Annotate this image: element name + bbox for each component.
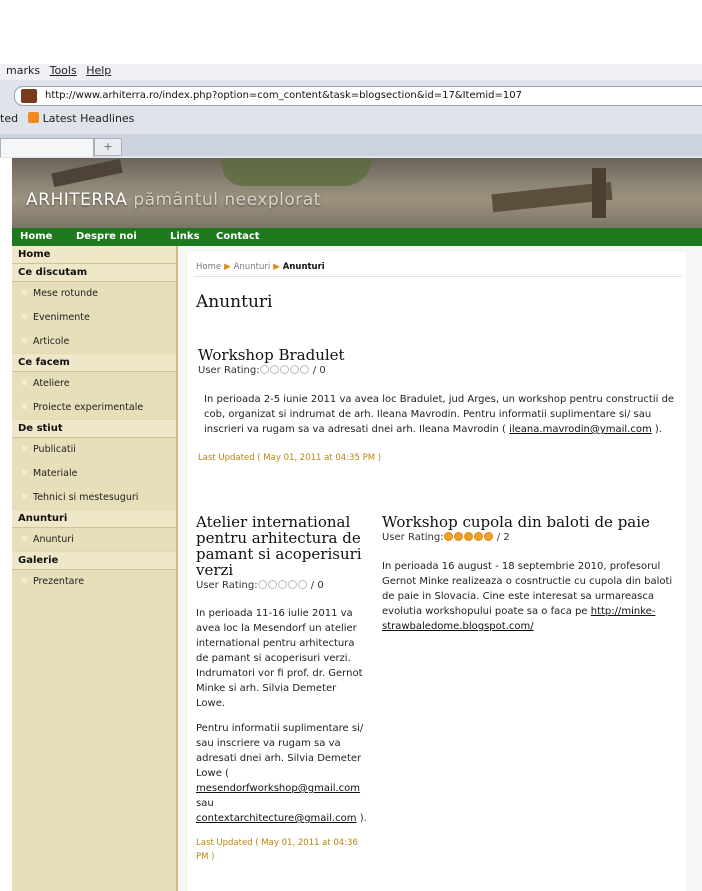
article-title[interactable]: Atelier international pentru arhitectura… [196, 514, 368, 578]
sidebar-item-ateliere[interactable]: Ateliere [12, 372, 176, 396]
sidebar-section-ce-discutam[interactable]: Ce discutam [12, 264, 176, 282]
rating-circle-icon [297, 580, 307, 589]
breadcrumb-arrow-icon: ▶ [224, 262, 231, 272]
rating-circle-icon [289, 365, 299, 374]
email-link[interactable]: contextarchitecture@gmail.com [196, 813, 357, 824]
rating-stars [259, 365, 310, 376]
rating-circle-icon [287, 580, 297, 589]
article-title[interactable]: Workshop cupola din baloti de paie [382, 514, 682, 530]
article-workshop-bradulet: Workshop Bradulet User Rating: / 0 In pe… [198, 347, 678, 463]
email-link[interactable]: mesendorfworkshop@gmail.com [196, 783, 360, 794]
bookmarks-toolbar: ted Latest Headlines [0, 112, 702, 130]
sidebar-section-ce-facem[interactable]: Ce facem [12, 354, 176, 372]
top-nav: Home Despre noi Links Contact [12, 228, 702, 246]
rating-circle-icon [299, 365, 309, 374]
url-text[interactable]: http://www.arhiterra.ro/index.php?option… [45, 90, 522, 101]
rating-stars [443, 532, 494, 543]
breadcrumb: Home ▶ Anunturi ▶ Anunturi [196, 262, 325, 272]
site-favicon-icon [21, 89, 37, 103]
site-banner: ARHITERRA pământul neexplorat [12, 158, 702, 228]
sidebar: Home Ce discutam Mese rotunde Evenimente… [12, 246, 178, 891]
address-bar[interactable]: http://www.arhiterra.ro/index.php?option… [14, 86, 702, 106]
content-panel: Home ▶ Anunturi ▶ Anunturi Anunturi Workshop… [188, 252, 686, 891]
breadcrumb-anunturi[interactable]: Anunturi [234, 262, 271, 272]
browser-tab[interactable] [0, 138, 94, 157]
rating-circle-icon [277, 580, 287, 589]
nav-despre-noi[interactable]: Despre noi [76, 231, 137, 242]
menu-tools[interactable]: Tools [50, 64, 77, 77]
sidebar-item-mese-rotunde[interactable]: Mese rotunde [12, 282, 176, 306]
article-workshop-cupola: Workshop cupola din baloti de paie User … [382, 514, 682, 634]
banner-post [592, 168, 606, 218]
page-title: Anunturi [196, 292, 273, 312]
nav-links[interactable]: Links [170, 231, 200, 242]
rating-circle-icon [269, 365, 279, 374]
bookmark-left[interactable]: ted [0, 112, 18, 125]
sidebar-item-home[interactable]: Home [12, 246, 176, 264]
article-body: In perioada 16 august - 18 septembrie 20… [382, 561, 673, 632]
sidebar-item-materiale[interactable]: Materiale [12, 462, 176, 486]
breadcrumb-home[interactable]: Home [196, 262, 221, 272]
article-body: In perioada 2-5 iunie 2011 va avea loc B… [204, 394, 675, 435]
main-area: Home ▶ Anunturi ▶ Anunturi Anunturi Workshop… [178, 246, 702, 891]
article-body: In perioada 11-16 iulie 2011 va avea loc… [196, 608, 363, 709]
banner-log [51, 158, 123, 188]
rss-icon [27, 112, 39, 123]
rating-stars [257, 580, 308, 591]
breadcrumb-divider [194, 276, 682, 277]
sidebar-item-proiecte-experimentale[interactable]: Proiecte experimentale [12, 396, 176, 420]
sidebar-item-prezentare[interactable]: Prezentare [12, 570, 176, 594]
article-body: Pentru informatii suplimentare si/ sau i… [196, 723, 367, 824]
last-updated: Last Updated ( May 01, 2011 at 04:36 PM … [196, 838, 358, 862]
rating-circle-icon [473, 532, 483, 541]
rating-circle-icon [267, 580, 277, 589]
rating-circle-icon [463, 532, 473, 541]
article-atelier-international: Atelier international pentru arhitectura… [196, 514, 368, 864]
nav-home[interactable]: Home [20, 231, 52, 242]
rating-circle-icon [279, 365, 289, 374]
sidebar-item-anunturi[interactable]: Anunturi [12, 528, 176, 552]
menu-bookmarks[interactable]: marks [6, 64, 40, 77]
tab-strip: + [0, 134, 702, 157]
user-rating: User Rating: / 2 [382, 532, 510, 543]
sidebar-section-de-stiut[interactable]: De stiut [12, 420, 176, 438]
last-updated: Last Updated ( May 01, 2011 at 04:35 PM … [198, 453, 382, 463]
breadcrumb-arrow-icon: ▶ [273, 262, 280, 272]
site-title: ARHITERRA pământul neexplorat [26, 190, 321, 210]
rating-circle-icon [257, 580, 267, 589]
browser-menubar: marks Tools Help [0, 64, 702, 80]
rating-circle-icon [443, 532, 453, 541]
sidebar-item-articole[interactable]: Articole [12, 330, 176, 354]
user-rating: User Rating: / 0 [196, 580, 324, 591]
breadcrumb-current: Anunturi [282, 262, 325, 272]
sidebar-item-evenimente[interactable]: Evenimente [12, 306, 176, 330]
menu-help[interactable]: Help [86, 64, 111, 77]
article-title[interactable]: Workshop Bradulet [198, 347, 678, 363]
sidebar-item-tehnici[interactable]: Tehnici si mestesuguri [12, 486, 176, 510]
sidebar-section-galerie[interactable]: Galerie [12, 552, 176, 570]
user-rating: User Rating: / 0 [198, 365, 326, 376]
new-tab-button[interactable]: + [94, 138, 122, 156]
banner-foliage [222, 158, 372, 186]
rating-circle-icon [259, 365, 269, 374]
nav-contact[interactable]: Contact [216, 231, 260, 242]
bookmark-latest-headlines[interactable]: Latest Headlines [43, 112, 135, 125]
sidebar-item-publicatii[interactable]: Publicatii [12, 438, 176, 462]
rating-circle-icon [483, 532, 493, 541]
rating-circle-icon [453, 532, 463, 541]
email-link[interactable]: ileana.mavrodin@ymail.com [509, 424, 652, 435]
sidebar-section-anunturi[interactable]: Anunturi [12, 510, 176, 528]
